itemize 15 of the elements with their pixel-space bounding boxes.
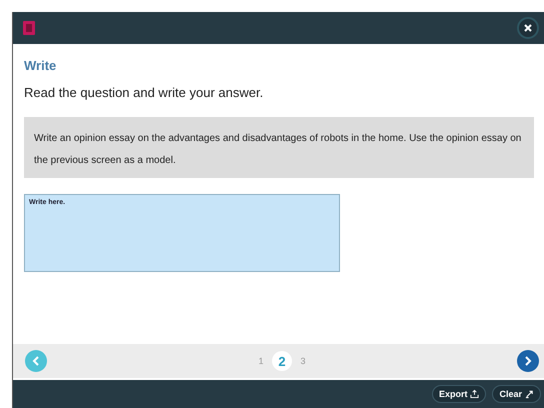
close-icon: [523, 23, 533, 33]
page-button[interactable]: 2: [272, 351, 292, 371]
export-button[interactable]: Export: [432, 385, 486, 403]
activity-title: Write: [24, 58, 58, 73]
clear-button[interactable]: Clear: [492, 385, 541, 403]
upload-icon: [470, 389, 480, 399]
close-button[interactable]: [517, 17, 539, 39]
chevron-left-icon: [32, 356, 40, 366]
question-text: Write an opinion essay on the advantages and disadvantages of robots in the home. Use the opinion essay on the previous screen as a model.: [24, 117, 534, 178]
instruction-text: Read the question and write your answer.: [24, 85, 264, 100]
page-button[interactable]: 1: [254, 352, 268, 370]
page-button[interactable]: 3: [296, 352, 310, 370]
next-button[interactable]: [517, 350, 539, 372]
logo-icon: [23, 21, 35, 35]
chevron-right-icon: [524, 356, 532, 366]
